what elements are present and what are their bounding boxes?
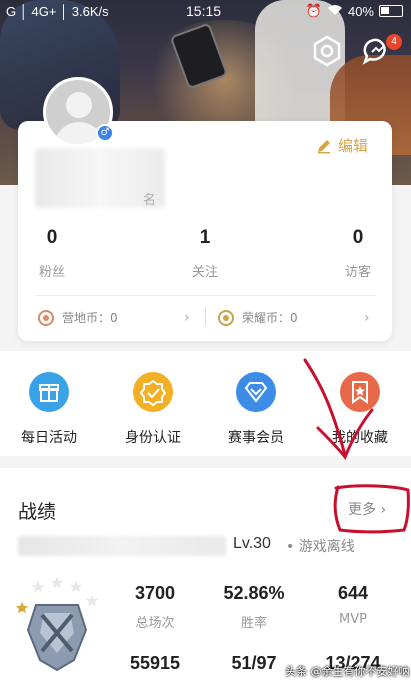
chevron-right-icon: › bbox=[380, 502, 387, 518]
stat-win-rate: 52.86% 胜率 bbox=[209, 583, 299, 631]
stat-fans[interactable]: 0 粉丝 bbox=[12, 227, 92, 280]
rank-emblem-icon bbox=[14, 575, 100, 675]
watermark: 头条 @余生有你不安好呐 bbox=[285, 665, 410, 678]
chevron-right-icon: › bbox=[184, 310, 190, 326]
camp-coin-icon bbox=[38, 309, 54, 326]
pencil-icon bbox=[318, 139, 330, 153]
stat-value: 1 bbox=[199, 227, 211, 248]
stat-label: 关注 bbox=[191, 265, 218, 280]
status-time: 15:15 bbox=[186, 3, 222, 19]
edit-profile-button[interactable]: 编辑 bbox=[316, 135, 368, 156]
stat-value: 55915 bbox=[129, 653, 181, 673]
my-favorites-button[interactable]: 我的收藏 bbox=[320, 372, 400, 447]
action-label: 身份认证 bbox=[125, 430, 181, 446]
game-status: • 游戏离线 bbox=[286, 539, 355, 555]
stat-value: 644 bbox=[337, 583, 369, 603]
daily-activity-button[interactable]: 每日活动 bbox=[9, 372, 89, 447]
honor-coin-icon bbox=[218, 309, 234, 326]
avatar-head bbox=[66, 92, 92, 118]
coin-divider bbox=[205, 308, 206, 326]
action-label: 我的收藏 bbox=[332, 430, 388, 446]
camp-coin-link[interactable]: 营地币：0 bbox=[38, 309, 118, 326]
record-title: 战绩 bbox=[18, 501, 57, 523]
stat-row2-a: 55915 bbox=[110, 653, 200, 674]
hexagon-settings-icon bbox=[313, 35, 341, 67]
alarm-icon: ⏰ bbox=[305, 3, 322, 18]
stat-value: 0 bbox=[352, 227, 364, 248]
stat-label: 总场次 bbox=[135, 616, 175, 631]
stat-mvp: 644 MVP bbox=[308, 583, 398, 627]
more-button[interactable]: 更多 › bbox=[348, 499, 386, 519]
edit-label: 编辑 bbox=[338, 137, 369, 155]
stat-value: 52.86% bbox=[223, 583, 285, 603]
badge-check-icon bbox=[133, 372, 173, 412]
signal-text: G │ 4G+ │ bbox=[6, 4, 69, 19]
action-label: 赛事会员 bbox=[228, 430, 284, 446]
stat-label: MVP bbox=[339, 612, 367, 627]
network-speed: 3.6K/s bbox=[71, 4, 109, 19]
notification-badge: 4 bbox=[386, 34, 402, 50]
stat-label: 粉丝 bbox=[38, 265, 65, 280]
stat-total-games: 3700 总场次 bbox=[110, 583, 200, 631]
battery-icon bbox=[379, 5, 403, 17]
blurred-game-name bbox=[18, 536, 226, 556]
honor-coin-label: 荣耀币：0 bbox=[242, 311, 298, 325]
male-gender-icon: ♂ bbox=[96, 124, 114, 142]
more-label: 更多 bbox=[348, 502, 376, 518]
status-signal: G │ 4G+ │ 3.6K/s bbox=[6, 4, 109, 19]
stat-value: 0 bbox=[46, 227, 58, 248]
identity-verify-button[interactable]: 身份认证 bbox=[113, 372, 193, 447]
stat-visitors[interactable]: 0 访客 bbox=[318, 227, 398, 280]
status-bar: G │ 4G+ │ 3.6K/s 15:15 ⏰ 40% bbox=[0, 0, 411, 24]
player-level: Lv.30 bbox=[233, 535, 271, 552]
bookmark-star-icon bbox=[340, 372, 380, 412]
wifi-icon bbox=[327, 4, 343, 19]
event-membership-button[interactable]: 赛事会员 bbox=[216, 372, 296, 447]
stat-label: 访客 bbox=[344, 265, 371, 280]
settings-button[interactable] bbox=[309, 33, 345, 69]
stat-following[interactable]: 1 关注 bbox=[165, 227, 245, 280]
gift-icon bbox=[29, 372, 69, 412]
camp-coin-label: 营地币：0 bbox=[62, 311, 118, 325]
battery-percent: 40% bbox=[347, 3, 374, 19]
action-label: 每日活动 bbox=[21, 430, 77, 446]
honor-coin-link[interactable]: 荣耀币：0 bbox=[218, 309, 298, 326]
status-right: ⏰ 40% bbox=[306, 3, 403, 19]
stat-value: 3700 bbox=[134, 583, 176, 603]
chevron-right-icon: › bbox=[364, 310, 370, 326]
divider bbox=[36, 295, 376, 296]
diamond-icon bbox=[236, 372, 276, 412]
stat-label: 胜率 bbox=[240, 616, 267, 631]
username-tail: 名 bbox=[143, 193, 157, 208]
